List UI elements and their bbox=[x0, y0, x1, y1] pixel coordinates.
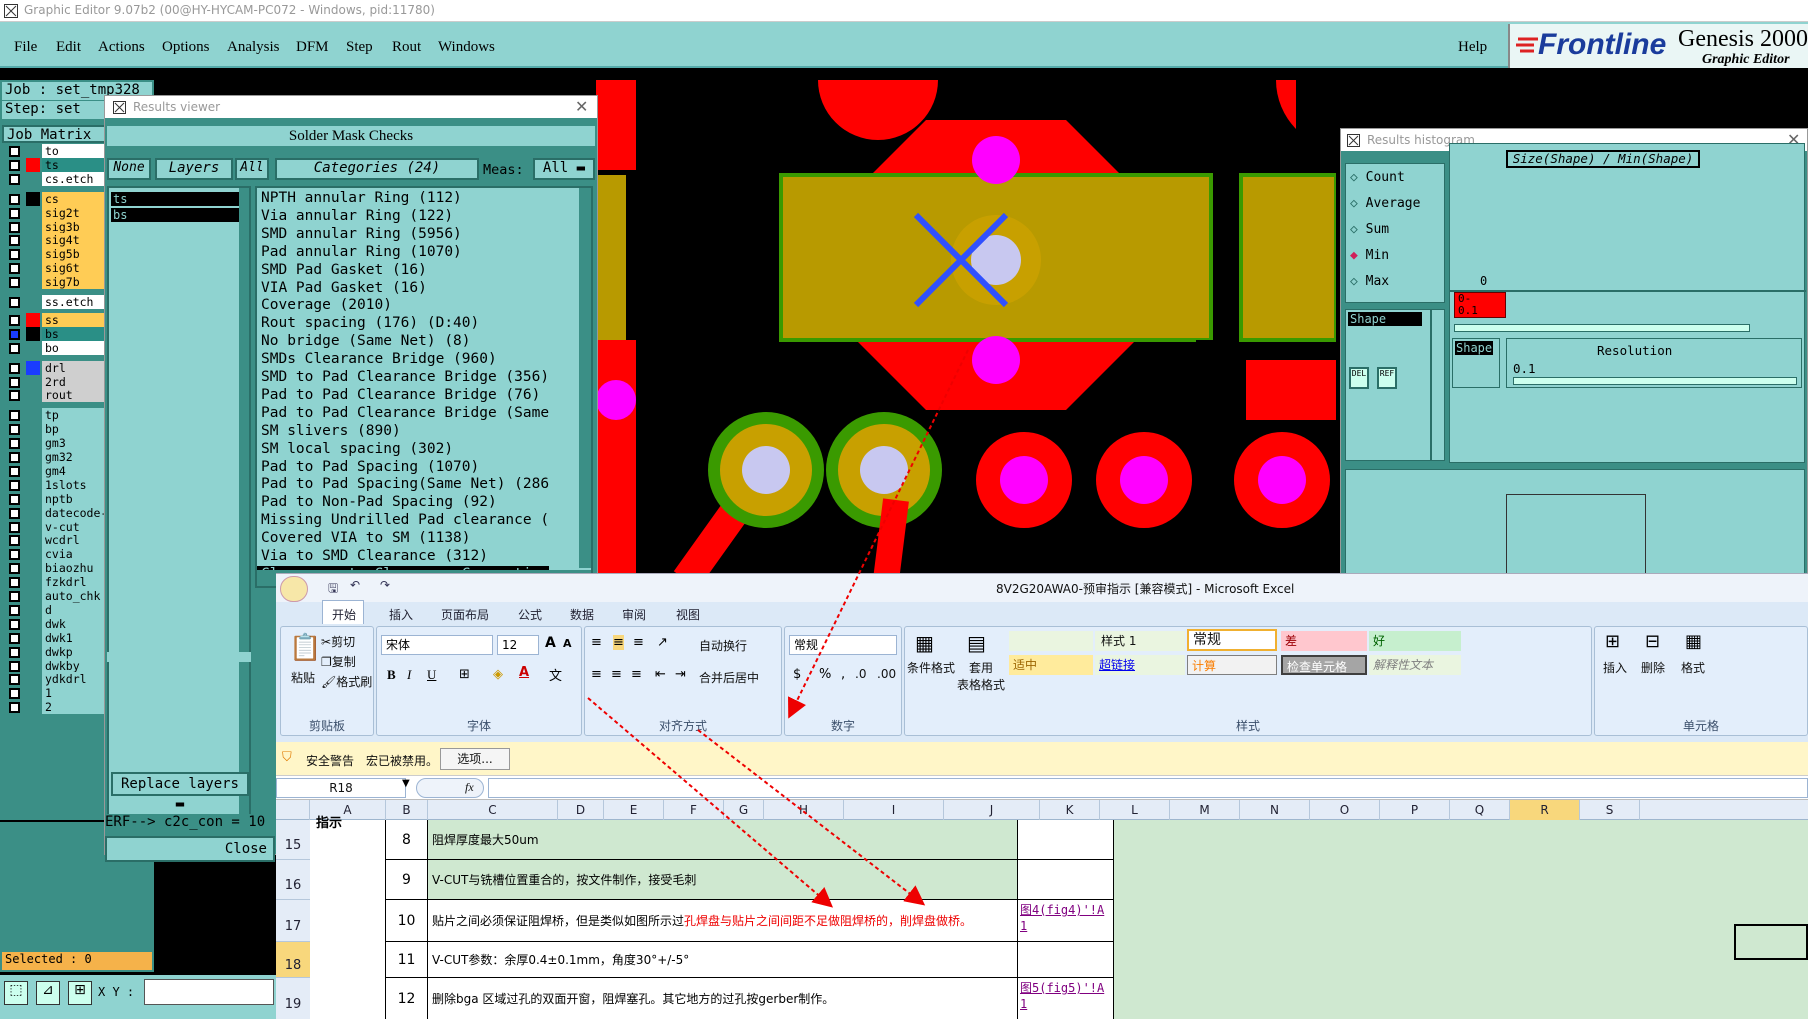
arrow-3 bbox=[697, 729, 926, 906]
arrow-2 bbox=[587, 697, 834, 908]
annotation-arrows bbox=[587, 349, 969, 908]
arrow-1 bbox=[788, 349, 969, 719]
